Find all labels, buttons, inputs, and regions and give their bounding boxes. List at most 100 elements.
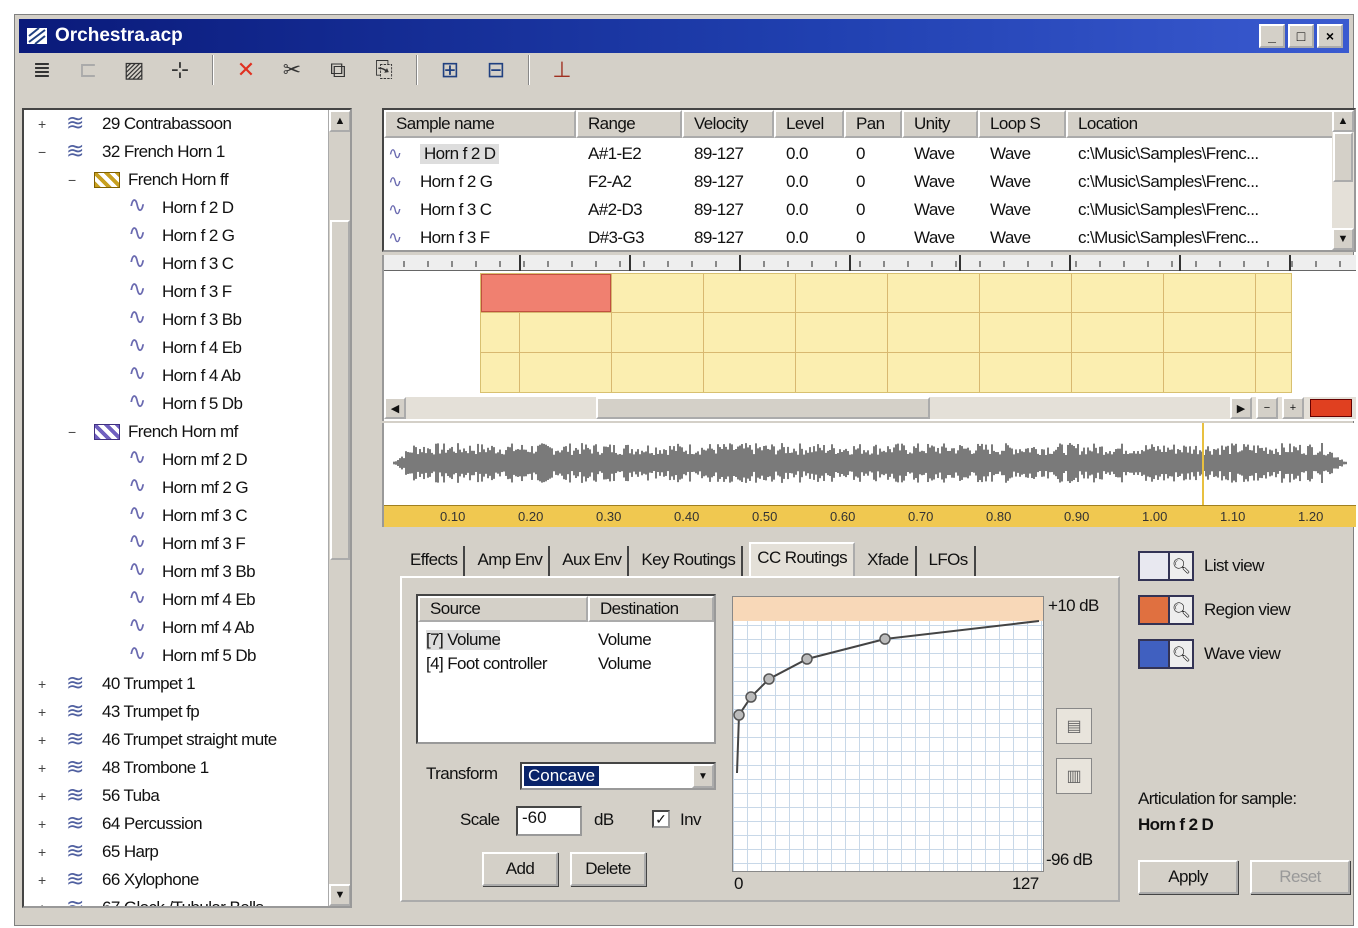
expand-icon[interactable]: + xyxy=(38,845,48,859)
tree-item[interactable]: Horn f 3 Bb xyxy=(124,304,242,334)
title-bar[interactable]: Orchestra.acp _ □ × xyxy=(19,19,1349,53)
tree-item[interactable]: Horn mf 2 D xyxy=(124,444,248,474)
tree-item[interactable]: Horn f 3 C xyxy=(124,248,234,278)
transform-curve-graph[interactable] xyxy=(732,596,1044,872)
split-icon[interactable]: ⊹ xyxy=(160,53,200,87)
column-header-pan[interactable]: Pan xyxy=(844,110,902,138)
column-header-range[interactable]: Range xyxy=(576,110,682,138)
tab-key-routings[interactable]: Key Routings xyxy=(635,546,744,576)
wave-view-icon[interactable]: 🔍︎ xyxy=(1138,639,1198,669)
tree-item[interactable]: +56 Tuba xyxy=(38,782,160,810)
sample-row[interactable]: ∿ Horn f 3 F D#3-G3 89-127 0.0 0 Wave Wave c:\Mu… xyxy=(384,224,1334,250)
tree-item[interactable]: − French Horn mf xyxy=(68,418,238,446)
scroll-up-arrow-icon[interactable]: ▲ xyxy=(329,110,350,132)
tree-item[interactable]: Horn mf 4 Ab xyxy=(124,612,255,642)
new-instrument-icon[interactable]: ≣ xyxy=(22,53,62,87)
wave-view[interactable]: 0.10 0.20 0.30 0.40 0.50 0.60 0.70 0.80 0.90 1.00… xyxy=(382,423,1356,527)
wave-view-option[interactable]: 🔍︎ Wave view xyxy=(1138,632,1348,676)
expand-icon[interactable]: + xyxy=(38,789,48,803)
tree-item[interactable]: Horn f 3 F xyxy=(124,276,232,306)
tree-item[interactable]: Horn mf 3 F xyxy=(124,528,246,558)
minimize-button[interactable]: _ xyxy=(1259,24,1285,48)
sample-list[interactable]: Sample name Range Velocity Level Pan Uni… xyxy=(382,108,1356,252)
tree-item[interactable]: Horn mf 3 Bb xyxy=(124,556,256,586)
tree-scrollbar[interactable]: ▲ ▼ xyxy=(328,110,350,906)
playhead-marker[interactable] xyxy=(1202,423,1204,505)
delete-button[interactable]: Delete xyxy=(570,852,646,886)
paste-curve-icon[interactable]: ▥ xyxy=(1056,758,1092,794)
tab-lfos[interactable]: LFOs xyxy=(923,546,976,576)
expand-icon[interactable]: + xyxy=(38,761,48,775)
column-header-unity[interactable]: Unity xyxy=(902,110,978,138)
tree-item[interactable]: Horn f 4 Ab xyxy=(124,360,241,390)
expand-icon[interactable]: + xyxy=(38,873,48,887)
tree-item[interactable]: +67 Glock /Tubular Bells xyxy=(38,894,264,906)
tile-horizontal-icon[interactable]: ⊞ xyxy=(430,53,470,87)
chevron-down-icon[interactable]: ▼ xyxy=(692,764,714,788)
inv-checkbox[interactable]: ✓ xyxy=(652,810,670,828)
scroll-down-arrow-icon[interactable]: ▼ xyxy=(329,884,350,906)
column-header-loop[interactable]: Loop S xyxy=(978,110,1066,138)
region-view-option[interactable]: 🔍︎ Region view xyxy=(1138,588,1348,632)
scroll-thumb[interactable] xyxy=(596,397,930,419)
tree-item[interactable]: +40 Trumpet 1 xyxy=(38,670,196,698)
tree-item[interactable]: Horn f 2 G xyxy=(124,220,235,250)
tree-item[interactable]: Horn mf 4 Eb xyxy=(124,584,256,614)
cc-routing-list[interactable]: Source Destination [7] Volume Volume [4]… xyxy=(416,594,716,744)
tab-xfade[interactable]: Xfade xyxy=(861,546,917,576)
sample-row[interactable]: ∿ Horn f 3 C A#2-D3 89-127 0.0 0 Wave Wave c:\Mu… xyxy=(384,196,1334,224)
new-group-icon[interactable]: ⊏ xyxy=(68,53,108,87)
tile-vertical-icon[interactable]: ⊟ xyxy=(476,53,516,87)
list-view-option[interactable]: 🔍︎ List view xyxy=(1138,544,1348,588)
tab-aux-env[interactable]: Aux Env xyxy=(556,546,630,576)
scroll-right-arrow-icon[interactable]: ▶ xyxy=(1230,397,1252,419)
scroll-down-arrow-icon[interactable]: ▼ xyxy=(1332,228,1354,250)
curve-point[interactable] xyxy=(733,709,745,721)
selected-region[interactable] xyxy=(481,274,611,312)
tree-item[interactable]: Horn mf 3 C xyxy=(124,500,248,530)
tree-item[interactable]: Horn mf 5 Db xyxy=(124,640,256,670)
zoom-out-icon[interactable]: − xyxy=(1256,397,1278,419)
curve-point[interactable] xyxy=(879,633,891,645)
tree-item[interactable]: Horn f 2 D xyxy=(124,192,234,222)
reset-button[interactable]: Reset xyxy=(1250,860,1350,894)
scroll-left-arrow-icon[interactable]: ◀ xyxy=(384,397,406,419)
column-header-location[interactable]: Location xyxy=(1066,110,1336,138)
tree-item[interactable]: +43 Trumpet fp xyxy=(38,698,200,726)
expand-icon[interactable]: + xyxy=(38,901,48,906)
region-view[interactable]: ◀ ▶ − + xyxy=(382,255,1356,421)
instrument-tree[interactable]: +29 Contrabassoon − 32 French Horn 1 − Frenc… xyxy=(22,108,352,908)
curve-point[interactable] xyxy=(745,691,757,703)
cut-icon[interactable]: ✂ xyxy=(272,53,312,87)
tree-item[interactable]: +64 Percussion xyxy=(38,810,203,838)
tab-effects[interactable]: Effects xyxy=(404,546,466,576)
tree-item[interactable]: +46 Trumpet straight mute xyxy=(38,726,277,754)
cc-row[interactable]: [7] Volume xyxy=(426,630,501,650)
tab-cc-routings[interactable]: CC Routings xyxy=(749,542,856,576)
expand-icon[interactable]: + xyxy=(38,817,48,831)
delete-icon[interactable]: ✕ xyxy=(226,53,266,87)
scroll-up-arrow-icon[interactable]: ▲ xyxy=(1332,110,1354,132)
scroll-thumb[interactable] xyxy=(330,220,350,560)
copy-icon[interactable]: ⧉ xyxy=(318,53,358,87)
cc-row[interactable]: [4] Foot controller xyxy=(426,654,547,674)
tab-amp-env[interactable]: Amp Env xyxy=(471,546,551,576)
scale-input[interactable]: -60 xyxy=(516,806,582,836)
collapse-icon[interactable]: − xyxy=(68,173,78,187)
region-view-icon[interactable]: 🔍︎ xyxy=(1138,595,1198,625)
tree-item[interactable]: Horn mf 2 G xyxy=(124,472,249,502)
expand-icon[interactable]: + xyxy=(38,733,48,747)
apply-button[interactable]: Apply xyxy=(1138,860,1238,894)
keyboard-icon[interactable]: ⊥ xyxy=(542,53,582,87)
scroll-thumb[interactable] xyxy=(1333,132,1353,182)
expand-icon[interactable]: + xyxy=(38,677,48,691)
column-header-sample-name[interactable]: Sample name xyxy=(384,110,576,138)
paste-icon[interactable]: ⎘ xyxy=(364,53,404,87)
sample-list-scrollbar[interactable]: ▲ ▼ xyxy=(1332,110,1354,250)
curve-point[interactable] xyxy=(801,653,813,665)
add-button[interactable]: Add xyxy=(482,852,558,886)
collapse-icon[interactable]: − xyxy=(38,145,48,159)
close-button[interactable]: × xyxy=(1317,24,1343,48)
key-velocity-grid[interactable] xyxy=(480,273,1292,393)
list-view-icon[interactable]: 🔍︎ xyxy=(1138,551,1198,581)
